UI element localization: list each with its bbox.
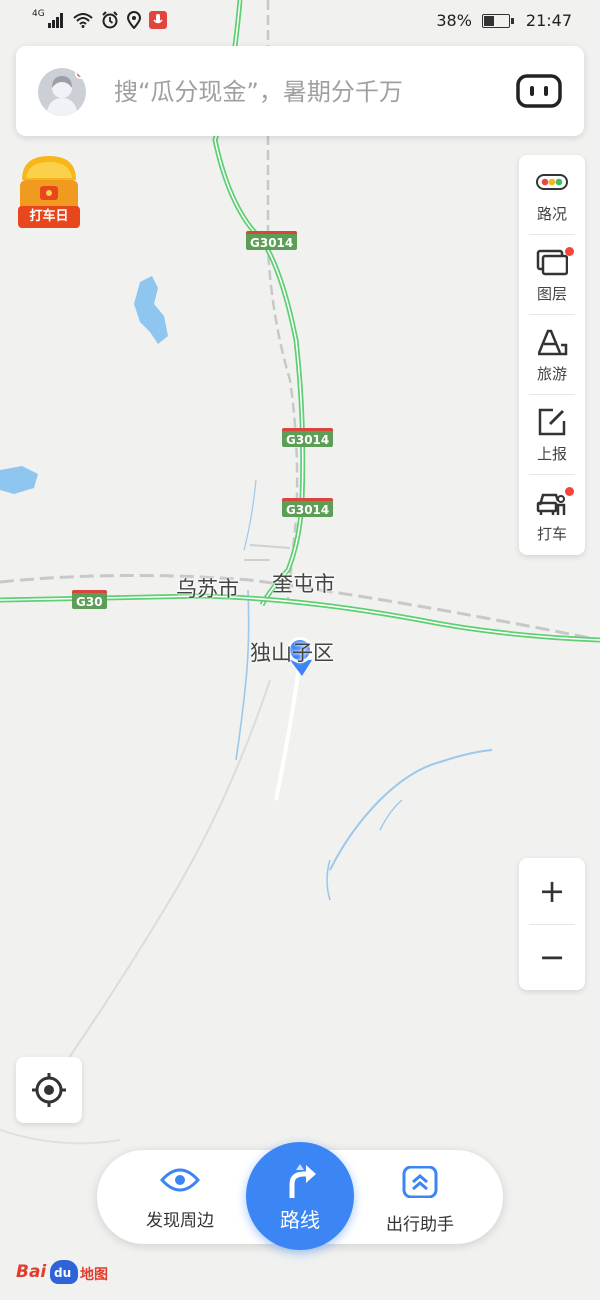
highway-shield: G3014 [282,428,334,447]
layers-icon [536,249,568,276]
eye-icon [159,1168,201,1192]
tool-label: 打车 [536,525,567,543]
baidu-map-logo: Bai du 地图 [16,1260,116,1286]
taxi-button[interactable]: 打车 [519,475,585,555]
report-button[interactable]: 上报 [519,395,585,475]
tool-label: 上报 [536,445,567,463]
route-label: 路线 [280,1208,320,1232]
route-button[interactable]: 路线 [246,1142,354,1250]
nav-label: 出行助手 [386,1215,454,1235]
taxi-icon [536,493,566,515]
notification-dot [565,247,574,256]
avatar[interactable] [38,68,86,116]
map-tools-panel: 路况 图层 旅游 上报 打车 [519,155,585,555]
location-pin-icon [126,11,141,29]
tool-label: 旅游 [536,365,567,383]
crosshair-icon [32,1073,66,1107]
layers-button[interactable]: 图层 [519,235,585,315]
taxi-day-promo[interactable]: 打车日 [14,150,84,232]
city-label[interactable]: 奎屯市 [272,568,335,598]
traffic-light-icon [536,174,568,190]
highway-shield: G3014 [282,498,334,517]
notification-dot [565,487,574,496]
traffic-button[interactable]: 路况 [519,155,585,235]
alarm-icon [101,11,118,29]
logo-text: Bai [16,1262,47,1282]
highway-shield: G3014 [246,231,298,250]
discover-nearby-button[interactable]: 发现周边 [125,1166,235,1231]
notification-dot [75,68,86,79]
tool-label: 路况 [536,205,567,223]
battery-icon [481,13,514,28]
logo-text: du [54,1266,72,1280]
voice-assistant-icon[interactable] [516,74,562,108]
network-label: 4G [32,9,45,19]
locate-me-button[interactable] [16,1057,82,1123]
turn-arrow-icon [289,1164,316,1198]
travel-icon [537,329,568,356]
zoom-out-button[interactable]: − [519,924,585,990]
promo-label: 打车日 [18,206,80,228]
tool-label: 图层 [536,285,567,303]
battery-percent: 38% [436,11,472,30]
travel-button[interactable]: 旅游 [519,315,585,395]
city-label[interactable]: 乌苏市 [176,573,239,603]
nav-label: 发现周边 [146,1211,214,1231]
city-label[interactable]: 独山子区 [250,637,334,667]
microphone-icon [148,11,167,29]
search-input[interactable] [114,74,514,110]
report-edit-icon [538,408,566,436]
signal-icon [47,13,63,28]
wifi-icon [73,13,93,28]
travel-assistant-button[interactable]: 出行助手 [365,1165,475,1235]
zoom-control: + − [519,858,585,990]
zoom-in-button[interactable]: + [519,858,585,924]
clock: 21:47 [525,11,572,30]
assistant-chevrons-icon [402,1165,438,1199]
search-bar[interactable] [16,46,584,136]
highway-shield: G30 [72,590,107,609]
logo-text: 地图 [80,1267,108,1283]
status-bar: 4G 38% 21:47 [0,0,600,42]
